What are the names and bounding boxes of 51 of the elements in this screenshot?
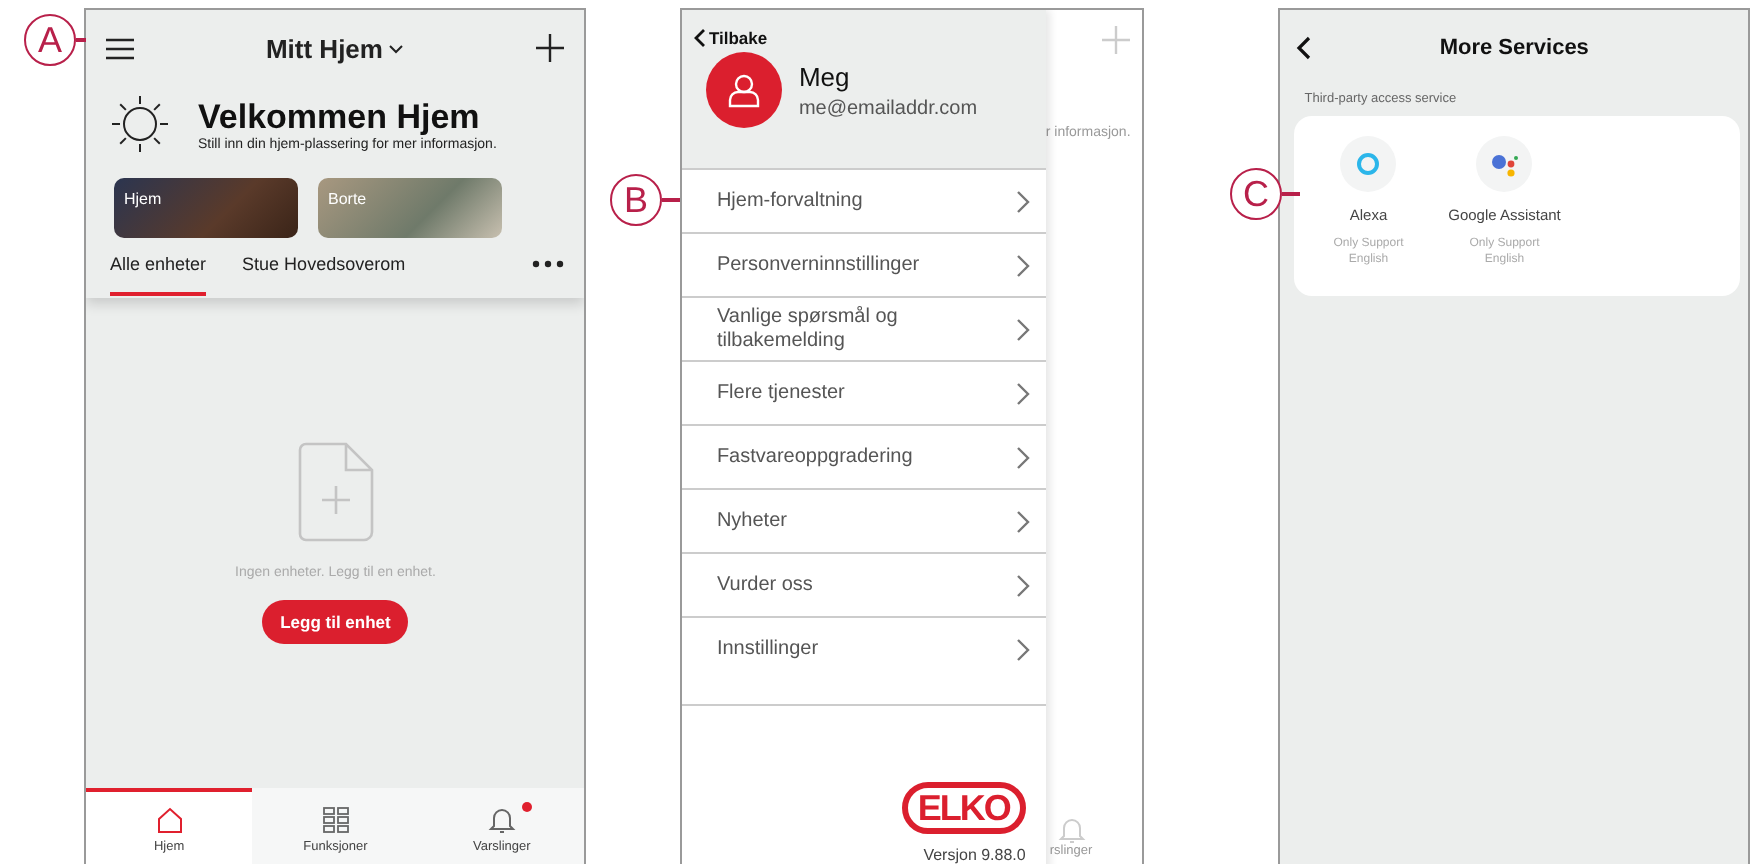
- more-icon[interactable]: [532, 260, 565, 268]
- leader-line: [662, 198, 680, 202]
- scene-card[interactable]: Hjem: [114, 178, 298, 238]
- menu-icon[interactable]: [106, 37, 134, 59]
- bell-icon: [487, 806, 516, 834]
- avatar[interactable]: [706, 52, 783, 128]
- chevron-right-icon: [1015, 637, 1030, 661]
- add-document-icon: [297, 442, 374, 542]
- chevron-down-icon: [388, 43, 405, 53]
- room-tab[interactable]: Stue Hovedsoverom: [242, 254, 406, 296]
- callout-label: A: [24, 14, 76, 66]
- callout-label: B: [610, 174, 662, 226]
- home-title[interactable]: Mitt Hjem: [265, 33, 405, 63]
- menu-item[interactable]: Innstillinger: [682, 616, 1046, 680]
- plus-icon[interactable]: [536, 34, 565, 62]
- page-title: More Services: [1439, 36, 1589, 60]
- user-name: Meg: [798, 61, 852, 91]
- room-tab[interactable]: Alle enheter: [110, 254, 207, 296]
- menu-item[interactable]: Vanlige spørsmål og tilbakemelding: [682, 296, 1046, 360]
- sun-icon: [106, 90, 174, 158]
- brand-logo: ELKO: [901, 782, 1026, 834]
- person-icon: [728, 72, 761, 108]
- chevron-right-icon: [1015, 445, 1030, 469]
- callout-label: C: [1230, 168, 1282, 220]
- menu-item[interactable]: Hjem-forvaltning: [682, 168, 1046, 232]
- chevron-right-icon: [1015, 253, 1030, 277]
- chevron-right-icon: [1015, 317, 1030, 341]
- menu-item[interactable]: Vurder oss: [682, 552, 1046, 616]
- chevron-right-icon: [1015, 189, 1030, 213]
- bell-icon: [1057, 816, 1086, 844]
- ring-logo-icon: [1356, 152, 1381, 176]
- chevron-right-icon: [1015, 381, 1030, 405]
- plus-icon: [1102, 26, 1131, 54]
- chevron-left-icon: [694, 28, 707, 48]
- home-icon: [155, 806, 184, 834]
- dots-logo-icon: [1489, 149, 1520, 179]
- menu-item[interactable]: Personverninnstillinger: [682, 232, 1046, 296]
- menu-item[interactable]: Fastvareoppgradering: [682, 424, 1046, 488]
- chevron-right-icon: [1015, 573, 1030, 597]
- service-icon-background[interactable]: [1476, 136, 1533, 192]
- chevron-right-icon: [1015, 509, 1030, 533]
- version-text: Versjon 9.88.0: [923, 846, 1026, 864]
- welcome-heading: Velkommen Hjem: [198, 97, 480, 135]
- menu-item[interactable]: Flere tjenester: [682, 360, 1046, 424]
- leader-line: [1282, 192, 1300, 196]
- back-link[interactable]: Tilbake: [694, 28, 1034, 48]
- menu-item[interactable]: Nyheter: [682, 488, 1046, 552]
- user-email: me@emailaddr.com: [798, 97, 978, 119]
- back-icon[interactable]: [1296, 36, 1313, 60]
- grid-icon: [321, 806, 350, 834]
- add-device-button[interactable]: Legg til enhet: [262, 600, 409, 644]
